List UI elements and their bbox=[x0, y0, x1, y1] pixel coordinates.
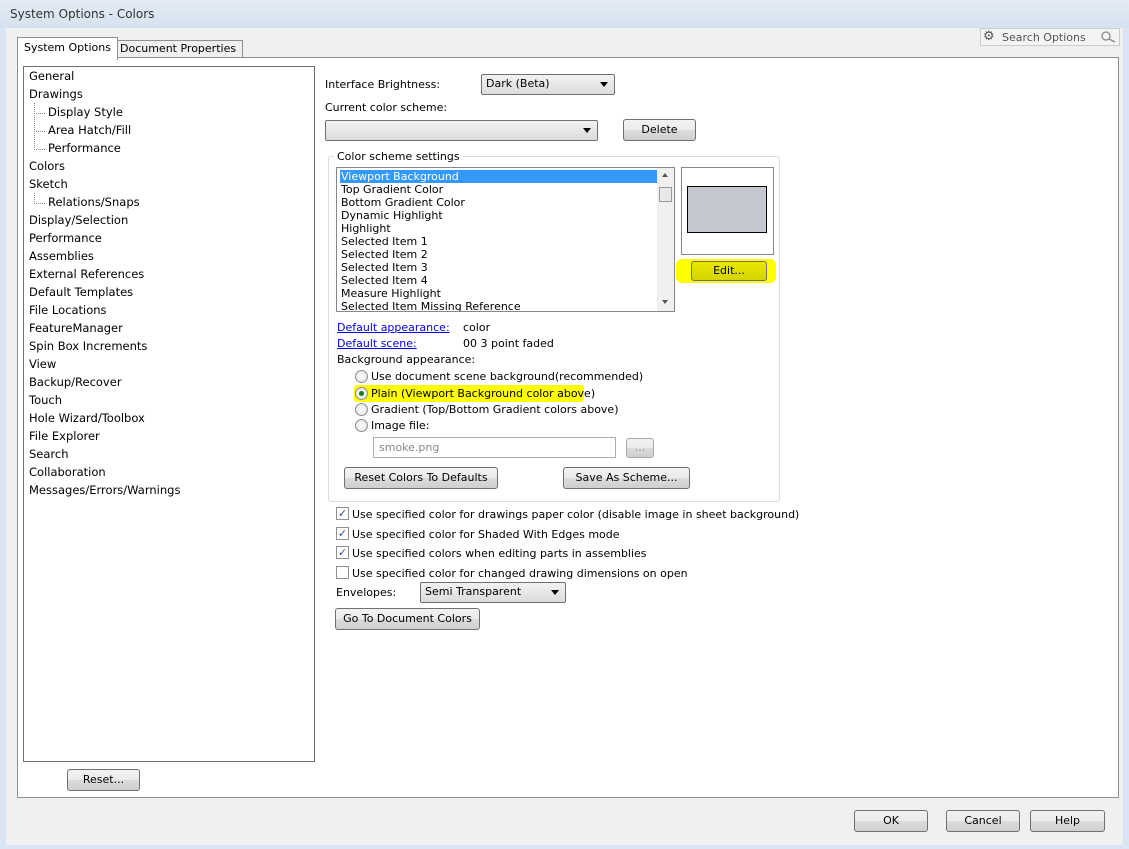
tree-item[interactable]: Collaboration bbox=[29, 465, 106, 479]
color-swatch bbox=[687, 186, 767, 233]
color-list-item[interactable]: Measure Highlight bbox=[340, 287, 657, 300]
checkbox-label: Use specified colors when editing parts … bbox=[352, 547, 647, 560]
default-appearance-link[interactable]: Default appearance: bbox=[337, 321, 450, 334]
tree-item[interactable]: Performance bbox=[29, 231, 102, 245]
reset-colors-button[interactable]: Reset Colors To Defaults bbox=[344, 467, 498, 489]
delete-button[interactable]: Delete bbox=[623, 119, 696, 141]
color-scheme-select[interactable] bbox=[325, 120, 598, 141]
envelopes-value: Semi Transparent bbox=[425, 585, 522, 598]
tree-item[interactable]: File Locations bbox=[29, 303, 107, 317]
scheme-label: Current color scheme: bbox=[325, 101, 448, 114]
color-item-list[interactable]: Viewport Background Top Gradient Color Bot… bbox=[336, 167, 675, 312]
envelopes-select[interactable]: Semi Transparent bbox=[420, 582, 566, 603]
tree-item[interactable]: Area Hatch/Fill bbox=[33, 123, 131, 137]
radio-image-file[interactable] bbox=[355, 419, 368, 432]
tree-item[interactable]: Sketch bbox=[29, 177, 68, 191]
tree-item[interactable]: Display Style bbox=[34, 105, 123, 119]
help-button[interactable]: Help bbox=[1030, 810, 1105, 832]
tree-item[interactable]: File Explorer bbox=[29, 429, 100, 443]
color-list-item[interactable]: Selected Item 3 bbox=[340, 261, 657, 274]
tree-item[interactable]: Hole Wizard/Toolbox bbox=[29, 411, 145, 425]
tree-item[interactable]: View bbox=[29, 357, 56, 371]
default-scene-link[interactable]: Default scene: bbox=[337, 337, 417, 350]
radio-plain[interactable] bbox=[355, 387, 368, 400]
default-scene-value: 00 3 point faded bbox=[463, 337, 554, 350]
tab-document-properties[interactable]: Document Properties bbox=[113, 40, 244, 57]
list-scrollbar[interactable] bbox=[657, 168, 674, 311]
color-list-item[interactable]: Selected Item 4 bbox=[340, 274, 657, 287]
cancel-button[interactable]: Cancel bbox=[946, 810, 1020, 832]
tree-item[interactable]: Search bbox=[29, 447, 69, 461]
save-as-scheme-button[interactable]: Save As Scheme... bbox=[563, 467, 690, 489]
radio-scene-background[interactable] bbox=[355, 370, 368, 383]
tree-item[interactable]: Colors bbox=[29, 159, 65, 173]
reset-button[interactable]: Reset... bbox=[67, 769, 140, 791]
tree-item[interactable]: Backup/Recover bbox=[29, 375, 122, 389]
window-title: System Options - Colors bbox=[10, 7, 155, 21]
search-icon[interactable] bbox=[1099, 31, 1117, 43]
tree-item[interactable]: Spin Box Increments bbox=[29, 339, 147, 353]
chevron-down-icon bbox=[551, 590, 559, 595]
color-list-item[interactable]: Viewport Background bbox=[340, 170, 657, 183]
tree-item[interactable]: External References bbox=[29, 267, 144, 281]
chevron-down-icon bbox=[583, 128, 591, 133]
checkbox-paper-color[interactable]: ✓ bbox=[336, 507, 349, 520]
color-list-item[interactable]: Bottom Gradient Color bbox=[340, 196, 657, 209]
tree-item[interactable]: Default Templates bbox=[29, 285, 133, 299]
browse-button[interactable]: ... bbox=[626, 438, 654, 458]
envelopes-label: Envelopes: bbox=[336, 586, 397, 599]
brightness-label: Interface Brightness: bbox=[325, 78, 441, 91]
title-bar bbox=[0, 0, 1129, 28]
gear-icon[interactable]: ⚙ bbox=[983, 29, 995, 44]
checkbox-label: Use specified color for changed drawing … bbox=[352, 567, 688, 580]
checkbox-label: Use specified color for drawings paper c… bbox=[352, 508, 800, 521]
ok-button[interactable]: OK bbox=[854, 810, 928, 832]
tree-connector bbox=[34, 103, 35, 150]
tree-item[interactable]: Performance bbox=[34, 141, 121, 155]
tree-item[interactable]: Messages/Errors/Warnings bbox=[29, 483, 180, 497]
radio-label: Image file: bbox=[371, 419, 430, 432]
color-list-item[interactable]: Top Gradient Color bbox=[340, 183, 657, 196]
checkbox-label: Use specified color for Shaded With Edge… bbox=[352, 528, 620, 541]
checkbox-shaded-edges[interactable]: ✓ bbox=[336, 527, 349, 540]
scroll-down-icon[interactable] bbox=[662, 300, 668, 304]
search-placeholder: Search Options bbox=[1002, 31, 1086, 44]
default-appearance-value: color bbox=[463, 321, 491, 334]
background-appearance-label: Background appearance: bbox=[337, 353, 476, 366]
tree-item[interactable]: Relations/Snaps bbox=[34, 195, 140, 209]
color-list-item[interactable]: Selected Item Missing Reference bbox=[340, 300, 657, 311]
tree-item[interactable]: FeatureManager bbox=[29, 321, 123, 335]
radio-label: Use document scene background(recommende… bbox=[371, 370, 644, 383]
tree-item[interactable]: Drawings bbox=[29, 87, 83, 101]
search-options-field[interactable]: ⚙ Search Options bbox=[980, 28, 1120, 46]
tree-item[interactable]: Display/Selection bbox=[29, 213, 128, 227]
image-file-input[interactable]: smoke.png bbox=[373, 437, 616, 458]
tree-connector bbox=[34, 193, 35, 204]
tree-item[interactable]: General bbox=[29, 69, 74, 83]
brightness-value: Dark (Beta) bbox=[486, 77, 550, 90]
chevron-down-icon bbox=[600, 82, 608, 87]
scroll-thumb[interactable] bbox=[659, 187, 672, 202]
edit-button[interactable]: Edit... bbox=[691, 261, 767, 281]
scroll-up-icon[interactable] bbox=[662, 173, 668, 177]
color-list-item[interactable]: Dynamic Highlight bbox=[340, 209, 657, 222]
brightness-select[interactable]: Dark (Beta) bbox=[481, 74, 615, 95]
group-title: Color scheme settings bbox=[334, 150, 463, 163]
checkbox-editing-parts[interactable]: ✓ bbox=[336, 546, 349, 559]
radio-gradient[interactable] bbox=[355, 403, 368, 416]
radio-label: Gradient (Top/Bottom Gradient colors abo… bbox=[371, 403, 619, 416]
tree-item[interactable]: Touch bbox=[29, 393, 62, 407]
go-to-document-colors-button[interactable]: Go To Document Colors bbox=[335, 608, 480, 630]
tab-system-options[interactable]: System Options bbox=[17, 37, 118, 60]
color-list-item[interactable]: Highlight bbox=[340, 222, 657, 235]
color-list-item[interactable]: Selected Item 1 bbox=[340, 235, 657, 248]
tree-item[interactable]: Assemblies bbox=[29, 249, 94, 263]
checkbox-changed-dimensions[interactable] bbox=[336, 566, 349, 579]
radio-label: Plain (Viewport Background color above) bbox=[371, 387, 596, 400]
color-list-item[interactable]: Selected Item 2 bbox=[340, 248, 657, 261]
